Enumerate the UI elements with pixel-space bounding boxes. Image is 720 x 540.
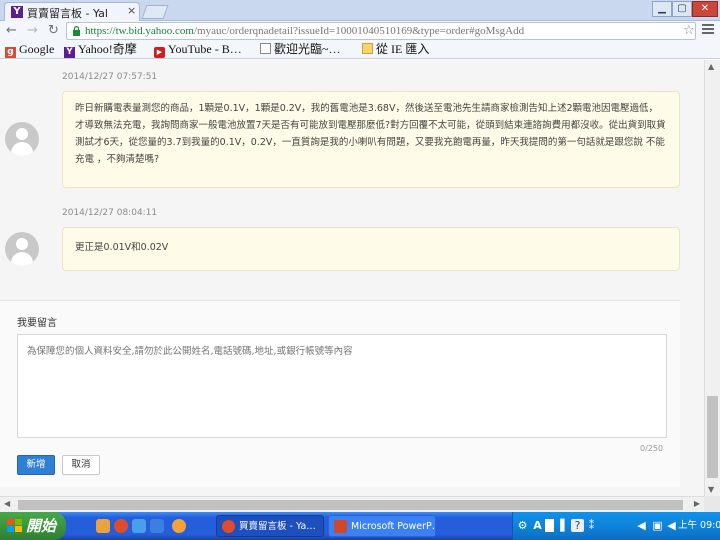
message-bubble: 更正是0.01V和0.02V — [62, 227, 680, 271]
ime-mode-icon[interactable] — [545, 519, 554, 532]
scrollbar-corner — [704, 496, 720, 512]
language-bar-icon[interactable]: A — [531, 519, 544, 532]
new-tab-button[interactable] — [141, 5, 169, 19]
message-bubble: 昨日新購電表量測您的商品，1顆是0.1V，1顆是0.2V，我的舊電池是3.68V… — [62, 91, 680, 188]
media-quicklaunch-icon[interactable] — [150, 519, 164, 533]
submit-button[interactable]: 新增 — [17, 455, 55, 475]
bookmark-star-icon[interactable]: ☆ — [683, 23, 695, 38]
message-timestamp: 2014/12/27 07:57:51 — [62, 72, 158, 82]
firefox-quicklaunch-icon[interactable] — [172, 519, 186, 533]
maximize-button[interactable]: ▢ — [672, 1, 692, 17]
tab-close-icon[interactable]: × — [127, 4, 136, 17]
show-desktop-icon[interactable] — [96, 519, 110, 533]
scroll-right-icon[interactable]: ▶ — [694, 499, 700, 508]
browser-tab-strip: Y 買賣留言板 - Yal × ▁ ▢ ✕ — [0, 0, 720, 21]
windows-logo-icon — [7, 519, 22, 533]
page-icon — [260, 43, 271, 54]
lock-icon — [73, 26, 80, 36]
ie-quicklaunch-icon[interactable] — [132, 519, 146, 533]
powerpoint-icon — [334, 520, 347, 533]
character-counter: 0/250 — [640, 444, 664, 453]
reply-textarea[interactable] — [17, 334, 667, 438]
help-icon[interactable]: ? — [571, 519, 584, 532]
bookmarks-bar: g Google Y Yahoo!奇摩 ▶ YouTube - B… 歡迎光臨~… 從… — [0, 41, 720, 59]
ime-shape-icon[interactable]: ▌ — [558, 519, 571, 532]
reload-icon[interactable]: ↻ — [48, 22, 59, 40]
back-arrow-icon[interactable]: ← — [6, 22, 17, 40]
chrome-icon — [222, 520, 235, 533]
volume-icon[interactable]: ◀ — [665, 519, 678, 532]
minimize-button[interactable]: ▁ — [652, 1, 672, 17]
scrollbar-thumb[interactable] — [18, 500, 683, 510]
folder-icon — [362, 43, 373, 54]
yahoo-favicon-icon: Y — [11, 6, 23, 18]
bookmark-youtube[interactable]: ▶ YouTube - B… — [154, 41, 242, 58]
chrome-quicklaunch-icon[interactable] — [114, 519, 128, 533]
task-powerpoint[interactable]: Microsoft PowerP… — [328, 515, 436, 537]
scroll-left-icon[interactable]: ◀ — [4, 499, 10, 508]
youtube-icon: ▶ — [154, 47, 165, 58]
message-board-page: 2014/12/27 07:57:51 昨日新購電表量測您的商品，1顆是0.1V… — [0, 60, 704, 496]
bookmark-folder-ie-import[interactable]: 從 IE 匯入 — [362, 41, 429, 58]
address-bar[interactable]: https://tw.bid.yahoo.com/myauc/orderqnad… — [66, 22, 696, 40]
user-avatar-icon — [5, 122, 39, 156]
start-button[interactable]: 開始 — [0, 512, 66, 540]
clock[interactable]: 上午 09:07 — [678, 512, 720, 540]
tray-arrow-icon[interactable]: ◀ — [635, 519, 648, 532]
message-timestamp: 2014/12/27 08:04:11 — [62, 208, 158, 218]
cancel-button[interactable]: 取消 — [62, 455, 100, 475]
scroll-up-icon[interactable]: ▲ — [708, 62, 714, 71]
user-avatar-icon — [5, 232, 39, 266]
browser-tab[interactable]: Y 買賣留言板 - Yal × — [4, 2, 140, 21]
reply-label: 我要留言 — [17, 318, 57, 329]
url-text: https://tw.bid.yahoo.com/myauc/orderqnad… — [85, 25, 525, 37]
tab-title: 買賣留言板 - Yal — [27, 7, 108, 20]
network-icon[interactable]: ▣ — [651, 519, 664, 532]
bookmark-welcome[interactable]: 歡迎光臨~… — [260, 41, 341, 58]
forward-arrow-icon[interactable]: → — [27, 22, 38, 40]
system-tray: ⚙ A ▌ ? ⁑ ◀ ▣ ◀ 上午 09:07 — [512, 512, 720, 540]
scroll-down-icon[interactable]: ▼ — [708, 485, 714, 494]
close-window-button[interactable]: ✕ — [692, 1, 718, 17]
chrome-menu-icon[interactable] — [702, 24, 714, 36]
vertical-scrollbar[interactable]: ▲ ▼ — [704, 60, 720, 496]
reply-form: 我要留言 0/250 新增 取消 — [0, 300, 680, 487]
bookmark-yahoo[interactable]: Y Yahoo!奇摩 — [64, 41, 137, 58]
yahoo-icon: Y — [64, 47, 75, 58]
browser-toolbar: ← → ↻ https://tw.bid.yahoo.com/myauc/ord… — [0, 21, 720, 41]
scrollbar-thumb[interactable] — [707, 396, 718, 478]
task-chrome[interactable]: 買賣留言板 - Ya… — [216, 515, 324, 537]
ime-options-icon[interactable]: ⁑ — [585, 519, 598, 532]
google-icon: g — [5, 47, 16, 58]
taskbar: 開始 買賣留言板 - Ya… Microsoft PowerP… ⚙ A ▌ ?… — [0, 512, 720, 540]
bookmark-google[interactable]: g Google — [5, 41, 54, 58]
horizontal-scrollbar[interactable]: ◀ ▶ — [0, 496, 704, 512]
input-method-icon[interactable]: ⚙ — [516, 519, 529, 532]
